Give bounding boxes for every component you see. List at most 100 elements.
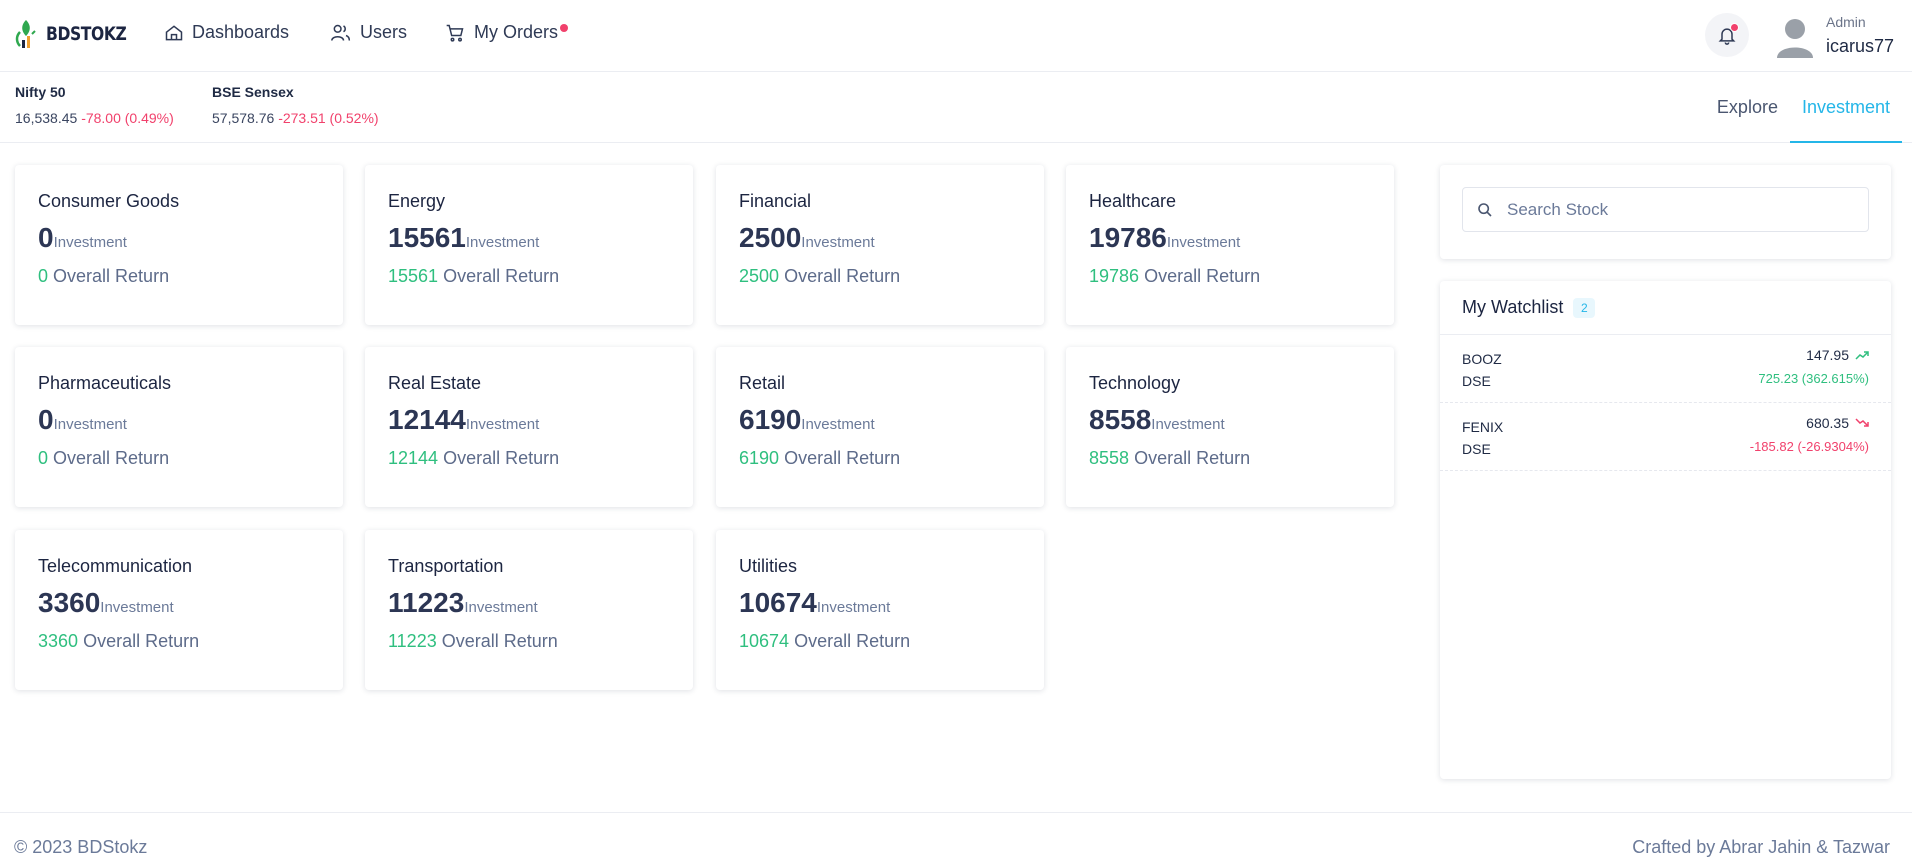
investment-line: 6190Investment	[739, 404, 1044, 436]
ticker-name: Nifty 50	[15, 84, 66, 100]
return-label: Overall Return	[443, 266, 560, 286]
return-label: Overall Return	[784, 266, 901, 286]
search-input[interactable]	[1507, 199, 1847, 220]
investment-label: Investment	[464, 599, 538, 616]
investment-amount: 8558	[1089, 404, 1152, 435]
cart-icon	[446, 24, 464, 42]
return-label: Overall Return	[53, 266, 170, 286]
watchlist-count-badge: 2	[1573, 297, 1596, 318]
sector-name: Financial	[739, 191, 812, 211]
investment-line: 10674Investment	[739, 587, 1044, 619]
sector-card[interactable]: Healthcare 19786Investment 19786 Overall R…	[1066, 165, 1394, 325]
view-tabs: Explore Investment	[1705, 72, 1902, 143]
return-amount: 8558	[1089, 448, 1130, 468]
notifications-button[interactable]	[1705, 13, 1749, 57]
trend-up-icon	[1855, 351, 1869, 360]
nav-users[interactable]: Users	[330, 22, 407, 43]
return-amount: 2500	[739, 266, 780, 286]
investment-label: Investment	[465, 234, 540, 251]
investment-label: Investment	[1166, 234, 1241, 251]
stock-price: 147.95	[1806, 347, 1849, 363]
investment-label: Investment	[100, 599, 174, 616]
users-icon	[331, 24, 351, 41]
investment-label: Investment	[801, 416, 875, 433]
return-line: 8558 Overall Return	[1089, 448, 1394, 469]
investment-amount: 6190	[739, 404, 802, 435]
avatar-icon	[1777, 19, 1813, 58]
sector-name: Energy	[388, 191, 446, 211]
investment-label: Investment	[53, 234, 127, 251]
nav-my-orders[interactable]: My Orders	[444, 22, 569, 43]
return-label: Overall Return	[1134, 448, 1251, 468]
credits-text: Crafted by Abrar Jahin & Tazwar	[1632, 837, 1890, 857]
watchlist-title: My Watchlist	[1462, 297, 1564, 317]
sector-card[interactable]: Pharmaceuticals 0Investment 0 Overall Retu…	[15, 347, 343, 507]
search-icon	[1478, 202, 1492, 217]
stock-change: -185.82 (-26.9304%)	[1749, 439, 1869, 454]
investment-line: 19786Investment	[1089, 222, 1394, 254]
tab-explore[interactable]: Explore	[1705, 72, 1790, 143]
return-amount: 19786	[1089, 266, 1140, 286]
return-line: 6190 Overall Return	[739, 448, 1044, 469]
investment-line: 0Investment	[38, 404, 343, 436]
return-amount: 6190	[739, 448, 780, 468]
search-box[interactable]	[1462, 187, 1869, 232]
sector-name: Consumer Goods	[38, 191, 180, 211]
market-ticker-bar: Nifty 50 16,538.45 -78.00 (0.49%) BSE Se…	[0, 72, 1912, 143]
sector-card[interactable]: Consumer Goods 0Investment 0 Overall Retur…	[15, 165, 343, 325]
sector-card[interactable]: Financial 2500Investment 2500 Overall Retu…	[716, 165, 1044, 325]
watchlist-item[interactable]: FENIX DSE 680.35 -185.82 (-26.9304%)	[1440, 403, 1891, 471]
stock-price-line: 680.35	[1806, 415, 1869, 431]
ticker-sensex: BSE Sensex 57,578.76 -273.51 (0.52%)	[212, 84, 379, 126]
sector-card[interactable]: Telecommunication 3360Investment 3360 Over…	[15, 530, 343, 690]
brand-logo[interactable]: BDSTOKZ	[14, 18, 144, 50]
investment-amount: 2500	[739, 222, 802, 253]
stock-exchange: DSE	[1462, 441, 1491, 457]
stock-price: 680.35	[1806, 415, 1849, 431]
investment-amount: 10674	[739, 587, 817, 618]
return-line: 11223 Overall Return	[388, 631, 693, 652]
return-label: Overall Return	[784, 448, 901, 468]
sector-name: Healthcare	[1089, 191, 1177, 211]
user-name[interactable]: icarus77	[1826, 36, 1894, 57]
sector-name: Pharmaceuticals	[38, 373, 172, 393]
sector-card[interactable]: Real Estate 12144Investment 12144 Overall …	[365, 347, 693, 507]
watchlist-item[interactable]: BOOZ DSE 147.95 725.23 (362.615%)	[1440, 335, 1891, 403]
nav-dashboards[interactable]: Dashboards	[164, 22, 289, 43]
copyright-text: © 2023 BDStokz	[14, 837, 148, 857]
return-amount: 12144	[388, 448, 439, 468]
ticker-value: 57,578.76	[212, 110, 275, 126]
footer: © 2023 BDStokz Crafted by Abrar Jahin & …	[0, 812, 1912, 866]
ticker-change: -273.51 (0.52%)	[278, 110, 379, 126]
avatar[interactable]	[1776, 16, 1814, 58]
nav-dashboards-label: Dashboards	[192, 22, 290, 42]
return-line: 0 Overall Return	[38, 266, 343, 287]
sector-card[interactable]: Energy 15561Investment 15561 Overall Retur…	[365, 165, 693, 325]
sector-card[interactable]: Retail 6190Investment 6190 Overall Return	[716, 347, 1044, 507]
sector-card[interactable]: Technology 8558Investment 8558 Overall Ret…	[1066, 347, 1394, 507]
sector-name: Retail	[739, 373, 786, 393]
return-line: 15561 Overall Return	[388, 266, 693, 287]
investment-label: Investment	[53, 416, 127, 433]
ticker-name: BSE Sensex	[212, 84, 294, 100]
sector-name: Telecommunication	[38, 556, 193, 576]
tab-investment[interactable]: Investment	[1789, 72, 1902, 143]
stock-exchange: DSE	[1462, 373, 1491, 389]
sector-name: Technology	[1089, 373, 1181, 393]
investment-amount: 0	[38, 404, 54, 435]
investment-amount: 19786	[1089, 222, 1167, 253]
return-label: Overall Return	[83, 631, 200, 651]
sector-card[interactable]: Utilities 10674Investment 10674 Overall Re…	[716, 530, 1044, 690]
investment-line: 11223Investment	[388, 587, 693, 619]
investment-amount: 15561	[388, 222, 466, 253]
return-amount: 11223	[388, 631, 437, 651]
return-line: 10674 Overall Return	[739, 631, 1044, 652]
return-amount: 10674	[739, 631, 790, 651]
return-amount: 0	[38, 266, 49, 286]
investment-label: Investment	[1151, 416, 1225, 433]
search-panel	[1440, 165, 1891, 259]
sector-card[interactable]: Transportation 11223Investment 11223 Overa…	[365, 530, 693, 690]
stock-price-line: 147.95	[1806, 347, 1869, 363]
investment-amount: 12144	[388, 404, 466, 435]
investment-label: Investment	[801, 234, 875, 251]
